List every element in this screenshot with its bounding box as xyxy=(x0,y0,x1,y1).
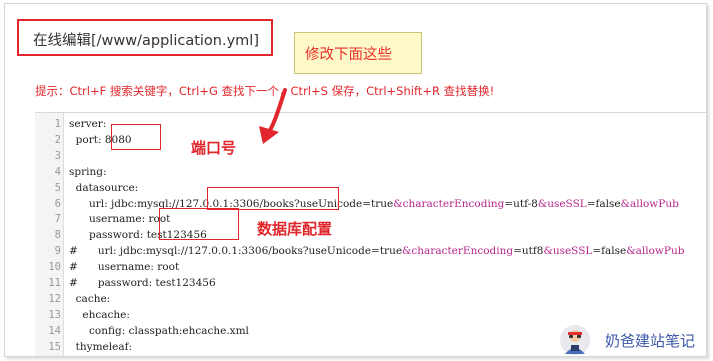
line-number: 10 xyxy=(48,261,61,274)
code-line[interactable]: spring: xyxy=(69,165,107,181)
code-text-token: datasource: xyxy=(69,181,139,194)
url-highlight xyxy=(207,187,339,210)
code-text-token: ehcache: xyxy=(69,308,130,321)
port-label: 端口号 xyxy=(191,139,237,157)
code-text-token: =false xyxy=(586,197,621,210)
line-number: 15 xyxy=(48,340,61,353)
line-number: 3 xyxy=(54,149,61,162)
code-param-token: &allowPub xyxy=(626,245,685,258)
code-param-token: &characterEncoding xyxy=(393,197,505,210)
brand-watermark: 奶爸建站笔记 xyxy=(559,324,706,356)
line-number: 14 xyxy=(48,324,61,337)
code-text-token: # url: jdbc:mysql://127.0.0.1:3306/books… xyxy=(69,245,403,258)
code-line[interactable]: server: xyxy=(69,117,106,133)
code-text-token: server: xyxy=(69,118,107,130)
arrow-down-icon xyxy=(259,88,287,144)
code-text-token: cache: xyxy=(69,292,111,305)
brand-name: 奶爸建站笔记 xyxy=(605,332,696,350)
code-text-token: thymeleaf: xyxy=(69,340,133,353)
code-text-token: config: classpath:ehcache.xml xyxy=(69,324,249,337)
credentials-highlight xyxy=(159,208,239,240)
annotation-note: 修改下面这些 xyxy=(294,32,422,74)
line-number: 6 xyxy=(54,197,61,210)
line-number: 7 xyxy=(54,213,61,226)
line-number: 4 xyxy=(54,165,61,178)
code-line[interactable]: # password: test123456 xyxy=(69,276,216,292)
port-highlight xyxy=(111,124,161,150)
code-text-token: # password: test123456 xyxy=(69,277,216,289)
code-line[interactable]: # username: root xyxy=(69,260,179,276)
code-text-token: =utf8 xyxy=(513,245,544,258)
code-line[interactable]: thymeleaf: xyxy=(69,340,132,356)
code-line[interactable]: username: root xyxy=(69,212,170,228)
editor-title-highlight: 在线编辑[/www/application.yml] xyxy=(17,19,273,56)
code-text-token: =false xyxy=(592,245,627,258)
code-text-token: =utf-8 xyxy=(504,197,538,210)
line-number: 8 xyxy=(54,229,61,242)
line-number: 2 xyxy=(54,133,61,146)
code-line[interactable]: ehcache: xyxy=(69,308,130,324)
code-param-token: &characterEncoding xyxy=(402,245,514,258)
annotation-note-text: 修改下面这些 xyxy=(305,47,392,63)
shortcut-hint: 提示：Ctrl+F 搜索关键字，Ctrl+G 查找下一个，Ctrl+S 保存，C… xyxy=(35,84,495,98)
code-text-token: # username: root xyxy=(69,261,180,274)
db-config-label: 数据库配置 xyxy=(257,220,333,238)
code-param-token: &useSSL xyxy=(543,245,593,258)
line-number: 9 xyxy=(54,245,61,258)
code-line[interactable]: config: classpath:ehcache.xml xyxy=(69,324,249,340)
code-text-token: spring: xyxy=(69,165,107,178)
code-line[interactable]: # url: jdbc:mysql://127.0.0.1:3306/books… xyxy=(69,244,684,260)
code-line[interactable]: cache: xyxy=(69,292,111,308)
line-number: 13 xyxy=(48,308,61,321)
line-number: 12 xyxy=(48,292,61,305)
line-number: 1 xyxy=(54,118,61,130)
screenshot-frame: 在线编辑[/www/application.yml] 修改下面这些 提示：Ctr… xyxy=(4,3,707,357)
avatar-logo-icon xyxy=(560,325,590,355)
line-number: 5 xyxy=(54,181,61,194)
code-text-token: username: root xyxy=(69,213,171,226)
code-param-token: &useSSL xyxy=(537,197,587,210)
code-param-token: &allowPub xyxy=(620,197,679,210)
editor-title: 在线编辑[/www/application.yml] xyxy=(33,33,259,49)
code-line[interactable]: datasource: xyxy=(69,181,139,197)
line-number: 11 xyxy=(48,277,61,289)
